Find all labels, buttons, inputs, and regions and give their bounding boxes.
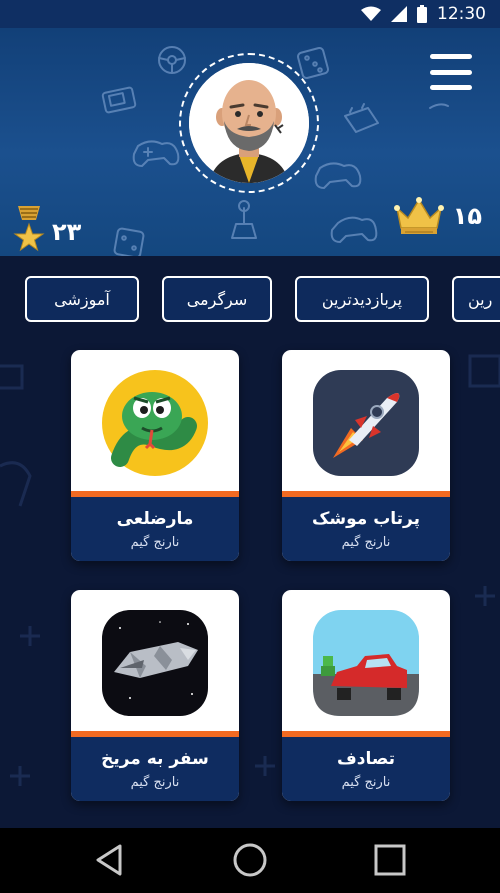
medals-count: ۲۳ [52, 218, 82, 246]
tab-most-viewed[interactable]: پربازدیدترین [295, 276, 429, 322]
status-bar: 12:30 [0, 0, 500, 28]
game-title: سفر به مریخ [101, 748, 209, 769]
tab-educational[interactable]: آموزشی [25, 276, 139, 322]
card-footer: تصادف نارنج گیم [282, 737, 450, 801]
category-tabs: آموزشی سرگرمی پربازدیدترین رین [0, 276, 500, 328]
back-icon[interactable] [92, 842, 128, 878]
game-publisher: نارنج گیم [130, 774, 180, 790]
card-footer: سفر به مریخ نارنج گیم [71, 737, 239, 801]
game-publisher: نارنج گیم [341, 774, 391, 790]
hamburger-line [430, 85, 472, 90]
avatar-frame[interactable] [179, 53, 319, 193]
crown-icon [393, 197, 444, 234]
snake-icon [102, 370, 208, 476]
recent-apps-icon[interactable] [372, 842, 408, 878]
car-crash-icon [313, 610, 419, 716]
signal-icon [391, 6, 407, 22]
tab-entertainment[interactable]: سرگرمی [162, 276, 272, 322]
status-time: 12:30 [437, 4, 486, 24]
profile-header: ۲۳ ۱۵ [0, 28, 500, 256]
spaceship-icon [102, 610, 208, 716]
crowns-stat: ۱۵ [393, 196, 482, 236]
game-publisher: نارنج گیم [130, 534, 180, 550]
game-card-rocket-launch[interactable]: پرتاب موشک نارنج گیم [282, 350, 450, 561]
game-card-snake[interactable]: مارضلعی نارنج گیم [71, 350, 239, 561]
bald-man-avatar-icon [189, 63, 309, 183]
system-nav-bar [0, 828, 500, 893]
wifi-icon [361, 6, 381, 21]
crowns-count: ۱۵ [452, 202, 482, 230]
game-list-area[interactable]: آموزشی سرگرمی پربازدیدترین رین پرتاب موش… [0, 256, 500, 828]
rocket-icon [313, 370, 419, 476]
battery-icon [417, 5, 427, 23]
hamburger-line [430, 54, 472, 59]
tab-partial[interactable]: رین [452, 276, 500, 322]
card-footer: پرتاب موشک نارنج گیم [282, 497, 450, 561]
game-title: مارضلعی [116, 508, 194, 529]
game-card-car-crash[interactable]: تصادف نارنج گیم [282, 590, 450, 801]
game-publisher: نارنج گیم [341, 534, 391, 550]
game-title: تصادف [337, 748, 395, 769]
medals-stat: ۲۳ [12, 206, 81, 256]
home-icon[interactable] [232, 842, 268, 878]
hamburger-line [430, 69, 472, 75]
game-card-trip-to-mars[interactable]: سفر به مریخ نارنج گیم [71, 590, 239, 801]
avatar [189, 63, 309, 183]
menu-button[interactable] [430, 54, 472, 90]
card-footer: مارضلعی نارنج گیم [71, 497, 239, 561]
medal-icon [13, 206, 45, 252]
game-title: پرتاب موشک [311, 508, 421, 529]
